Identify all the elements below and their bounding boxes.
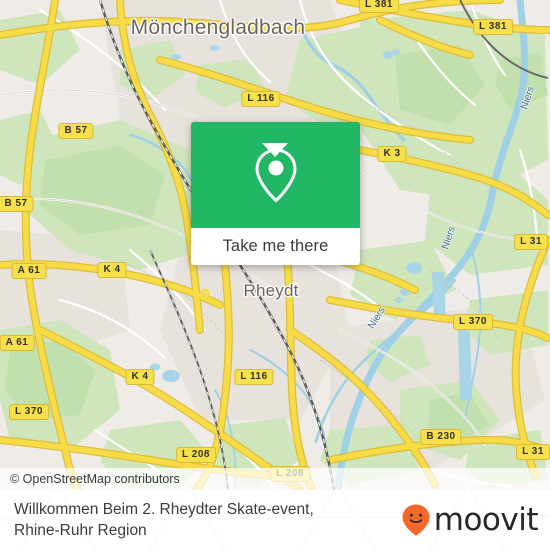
road-shield-l381-a: L 381 [359,0,399,13]
road-shield-l116-a: L 116 [241,91,281,107]
road-shield-l31-b: L 31 [516,444,550,460]
road-shield-k4-a: K 4 [97,262,127,278]
map-attribution-bar: © OpenStreetMap contributors [0,468,550,490]
popup-card-pointer [262,143,288,157]
road-shield-k4-b: K 4 [125,369,155,385]
road-shield-l208-a: L 208 [176,447,216,463]
moovit-wordmark: moovit [433,501,539,538]
page-title: Willkommen Beim 2. Rheydter Skate-event,… [14,501,314,539]
road-shield-b230: B 230 [420,429,462,445]
road-shield-b57-a: B 57 [58,123,94,139]
road-shield-l31-a: L 31 [514,234,548,250]
road-shield-l116-b: L 116 [234,369,274,385]
popup-card-footer[interactable]: Take me there [191,228,360,265]
moovit-logo[interactable]: moovit [401,501,539,538]
popup-card-header [191,122,360,228]
road-shield-a61-a: A 61 [11,263,47,279]
page-footer: Willkommen Beim 2. Rheydter Skate-event,… [0,490,550,550]
osm-attribution-text[interactable]: © OpenStreetMap contributors [0,472,180,486]
road-shield-l370-b: L 370 [9,404,49,420]
road-shield-b57-b: B 57 [0,196,34,212]
moovit-pin-smiley-icon [402,504,430,536]
moovit-map-screenshot: Mönchengladbach Rheydt Niers Niers Niers… [0,0,550,550]
road-shield-l370-a: L 370 [453,314,493,330]
road-shield-k3: K 3 [377,146,407,162]
road-shield-l381-b: L 381 [473,19,513,35]
map-canvas[interactable]: Mönchengladbach Rheydt Niers Niers Niers… [0,0,550,490]
take-me-there-button[interactable]: Take me there [223,237,329,256]
road-shield-a61-b: A 61 [0,335,35,351]
